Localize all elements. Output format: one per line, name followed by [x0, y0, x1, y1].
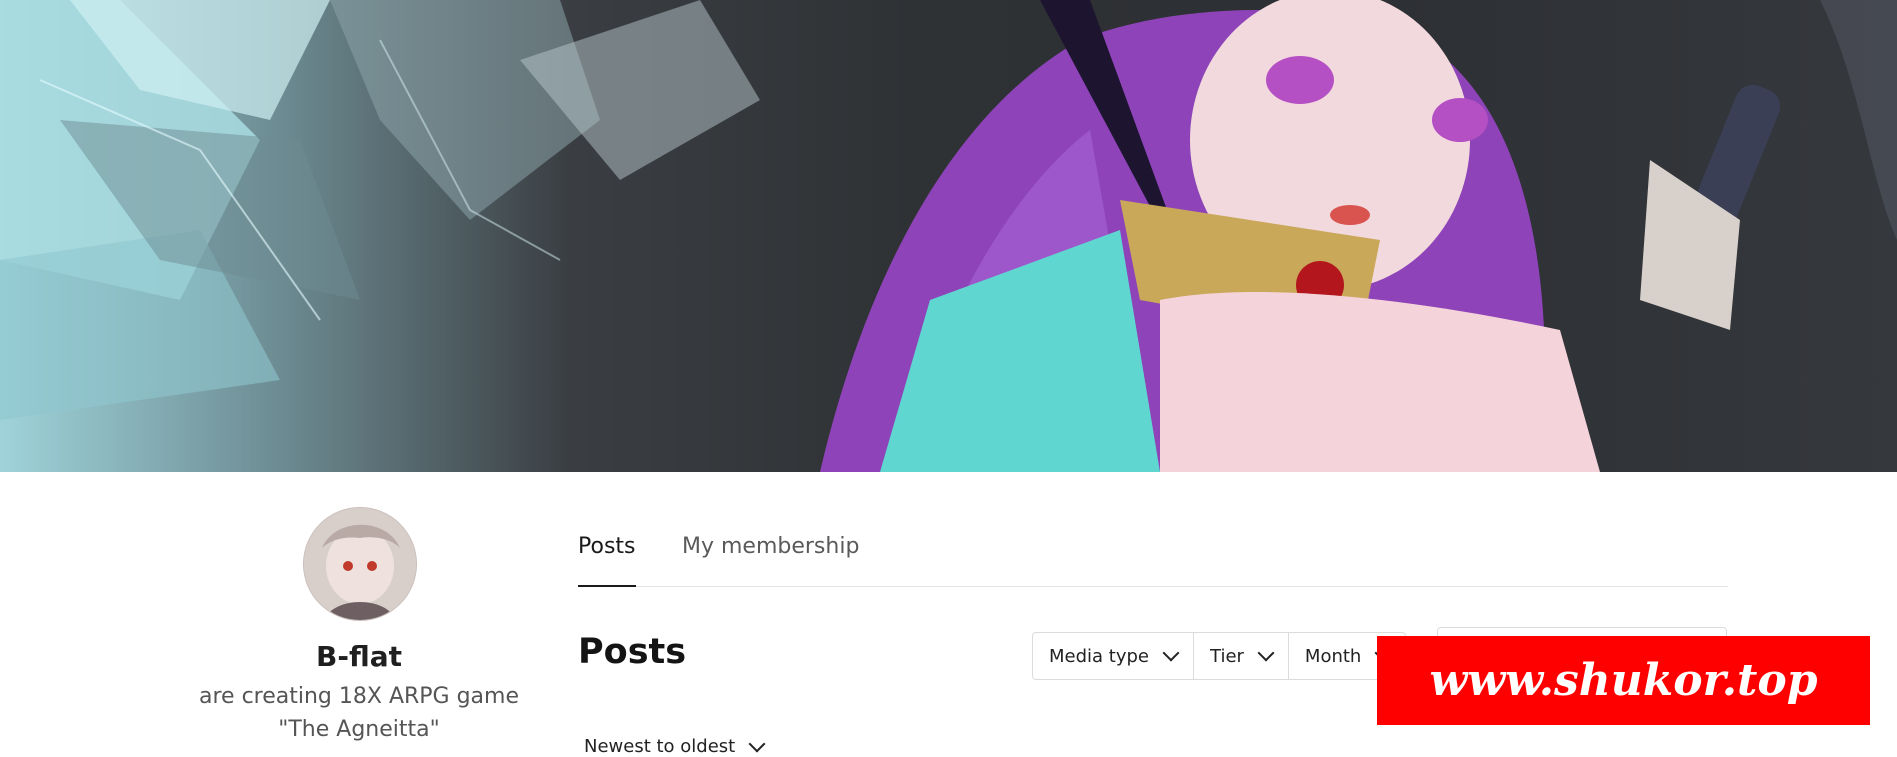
posts-heading: Posts — [578, 632, 687, 672]
creator-description-line: are creating 18X ARPG game — [199, 684, 519, 709]
creator-avatar[interactable] — [303, 507, 417, 621]
month-filter-label: Month — [1304, 645, 1362, 667]
watermark-overlay: www.shukor.top — [1377, 636, 1870, 725]
tier-filter[interactable]: Tier — [1194, 633, 1289, 679]
banner-artwork — [0, 0, 1897, 472]
sort-dropdown[interactable]: Newest to oldest — [584, 735, 766, 757]
creator-description: are creating 18X ARPG game "The Agneitta… — [190, 680, 528, 746]
tab-my-membership[interactable]: My membership — [682, 534, 859, 559]
active-tab-indicator — [578, 585, 636, 587]
content-tabs: Posts My membership — [578, 530, 1728, 587]
chevron-down-icon — [1162, 644, 1180, 662]
tier-filter-label: Tier — [1210, 645, 1244, 667]
post-filter-bar: Media type Tier Month — [1032, 632, 1407, 680]
tab-posts-label: Posts — [578, 534, 636, 559]
chevron-down-icon — [1257, 644, 1275, 662]
chevron-down-icon — [748, 735, 766, 752]
tab-posts[interactable]: Posts — [578, 534, 636, 559]
tab-my-membership-label: My membership — [682, 534, 860, 559]
creator-description-line: "The Agneitta" — [278, 717, 440, 742]
media-type-filter[interactable]: Media type — [1033, 633, 1194, 679]
sort-dropdown-label: Newest to oldest — [584, 736, 736, 757]
creator-name: B-flat — [316, 640, 402, 673]
cover-banner — [0, 0, 1897, 472]
watermark-text: www.shukor.top — [1429, 655, 1818, 706]
media-type-filter-label: Media type — [1049, 645, 1149, 667]
avatar-image — [304, 508, 416, 620]
